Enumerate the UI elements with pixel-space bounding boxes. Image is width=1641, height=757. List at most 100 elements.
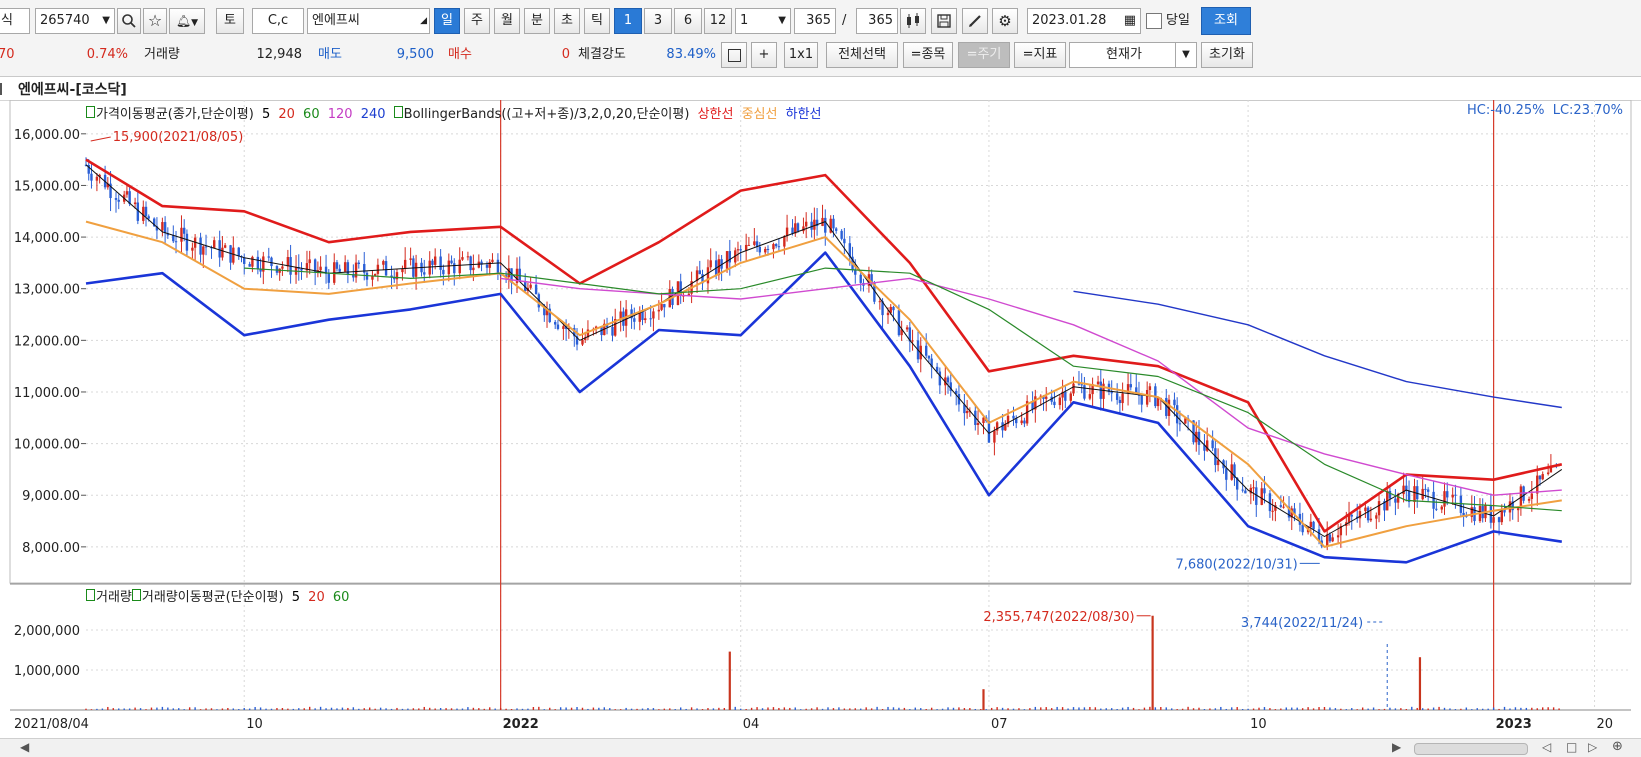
date-tick-label: 2023 [1496, 717, 1532, 732]
period-day-button[interactable]: 일 [434, 8, 460, 34]
zoom-in-icon[interactable]: ⊕ [1612, 739, 1623, 754]
scroll-right-icon[interactable]: ▶ [1392, 740, 1401, 754]
candle-body [534, 284, 538, 295]
candle-type-button[interactable] [900, 8, 926, 34]
num-12-button[interactable]: 12 [704, 8, 732, 34]
candle-body [1377, 501, 1381, 516]
scroll-left-icon[interactable]: ◀ [20, 740, 29, 754]
candle-body [442, 269, 445, 275]
alert-button[interactable]: 🔔︎▼ [169, 8, 205, 34]
interval-select[interactable]: 1 ▼ [735, 8, 791, 34]
query-button[interactable]: 조회 [1201, 7, 1251, 35]
reset-button[interactable]: 초기화 [1201, 42, 1253, 68]
same-day-checkbox[interactable] [1146, 13, 1162, 29]
candle-body [1375, 515, 1378, 519]
period-tick-label: 틱 [591, 13, 603, 28]
candle-body [461, 257, 464, 260]
candle-body [854, 270, 857, 275]
num-3-label: 3 [653, 13, 663, 28]
reset-label: 초기화 [1209, 47, 1245, 62]
candle-body [1263, 488, 1266, 494]
price-tick-label: 15,000.00 [14, 179, 80, 194]
price-select[interactable]: 현재가 ▼ [1069, 42, 1197, 68]
count-b-input[interactable]: 365 [856, 8, 898, 34]
period-minute-button[interactable]: 분 [524, 8, 550, 34]
volume-legend: 거래량 거래량이동평균(단순이평) 5 20 60 [86, 586, 353, 605]
price-volume-chart[interactable]: 16,000.00 15,000.00 14,000.00 13,000.00 12,0… [0, 100, 1641, 738]
candle-body [1156, 398, 1160, 407]
save-button[interactable] [931, 8, 957, 34]
candle-body [1279, 505, 1283, 507]
candle-body [1178, 423, 1182, 425]
scroll-next-icon[interactable]: ▷ [1588, 740, 1597, 754]
candle-body [327, 274, 330, 283]
series-line-5 [85, 164, 1563, 537]
candle-body [777, 246, 781, 248]
search-button[interactable] [117, 8, 141, 34]
favorite-button[interactable]: ☆ [143, 8, 167, 34]
num-6-button[interactable]: 6 [674, 8, 702, 34]
market-select[interactable]: 식 [0, 8, 30, 34]
period-month-label: 월 [501, 13, 513, 28]
weekday-button[interactable]: 토 [216, 8, 244, 34]
candle-body [472, 267, 475, 271]
period-minute-label: 분 [531, 13, 543, 28]
num-3-button[interactable]: 3 [644, 8, 672, 34]
plus-button[interactable]: + [751, 42, 777, 68]
select-all-button[interactable]: 전체선택 [826, 42, 898, 68]
stock-name-input[interactable]: 엔에프씨 ◢ [307, 8, 430, 34]
candle-body [581, 339, 584, 345]
chevron-down-icon[interactable]: ▼ [102, 9, 110, 33]
code-input[interactable]: 265740 ▼ [35, 8, 115, 34]
num-6-label: 6 [683, 13, 693, 28]
period-month-button[interactable]: 월 [494, 8, 520, 34]
candle-body [878, 301, 882, 303]
settings-button[interactable]: ⚙ [992, 8, 1018, 34]
candle-body [905, 327, 909, 330]
candle-body [376, 264, 380, 274]
strength-value: 83.49% [666, 47, 716, 62]
scroll-prev-icon[interactable]: ◁ [1542, 740, 1551, 754]
indicator-button[interactable]: =지표 [1014, 42, 1066, 68]
date-tick-label: 20 [1597, 717, 1614, 732]
draw-tool-button[interactable] [962, 8, 988, 34]
horizontal-scrollbar[interactable]: ◀ ▶ ◁ □ ▷ ⊕ [0, 738, 1641, 757]
period-second-button[interactable]: 초 [554, 8, 580, 34]
date-input[interactable]: 2023.01.28 ▦ [1027, 8, 1141, 34]
candle-body [1394, 498, 1397, 503]
item-button[interactable]: =종목 [903, 42, 953, 68]
candle-body [491, 259, 494, 262]
candle-body [633, 318, 636, 322]
low-annotation: 7,680(2022/10/31) [1175, 557, 1297, 572]
count-a-input[interactable]: 365 [794, 8, 836, 34]
period-button[interactable]: =주기 [958, 42, 1010, 68]
scroll-stop-icon[interactable]: □ [1566, 740, 1577, 754]
candle-body [1069, 393, 1072, 401]
candle-body [335, 262, 339, 269]
candle-body [1426, 489, 1430, 492]
bb-middle: 중심선 [741, 107, 778, 122]
candle-body [1336, 535, 1340, 538]
candle-body [338, 268, 341, 272]
candle-body [1369, 518, 1373, 521]
candle-body [185, 233, 189, 251]
one-by-one-button[interactable]: 1x1 [784, 42, 818, 68]
cc-input[interactable]: C,c [252, 8, 304, 34]
scroll-thumb[interactable] [1414, 743, 1528, 755]
candle-body [1527, 498, 1531, 501]
num-1-button[interactable]: 1 [614, 8, 642, 34]
candle-body [256, 256, 260, 269]
high-annotation: 15,900(2021/08/05) [113, 130, 244, 145]
candle-body [251, 256, 254, 267]
box-toggle-button[interactable] [721, 42, 747, 68]
candle-body [1083, 385, 1086, 399]
candle-body [409, 258, 412, 260]
candle-body [1326, 534, 1329, 547]
candle-body [1096, 381, 1100, 385]
candle-body [1260, 488, 1263, 505]
period-week-button[interactable]: 주 [464, 8, 490, 34]
period-tick-button[interactable]: 틱 [584, 8, 610, 34]
change-fragment: 70 [0, 47, 15, 62]
calendar-icon[interactable]: ▦ [1124, 9, 1136, 33]
sell-label: 매도 [318, 47, 342, 62]
